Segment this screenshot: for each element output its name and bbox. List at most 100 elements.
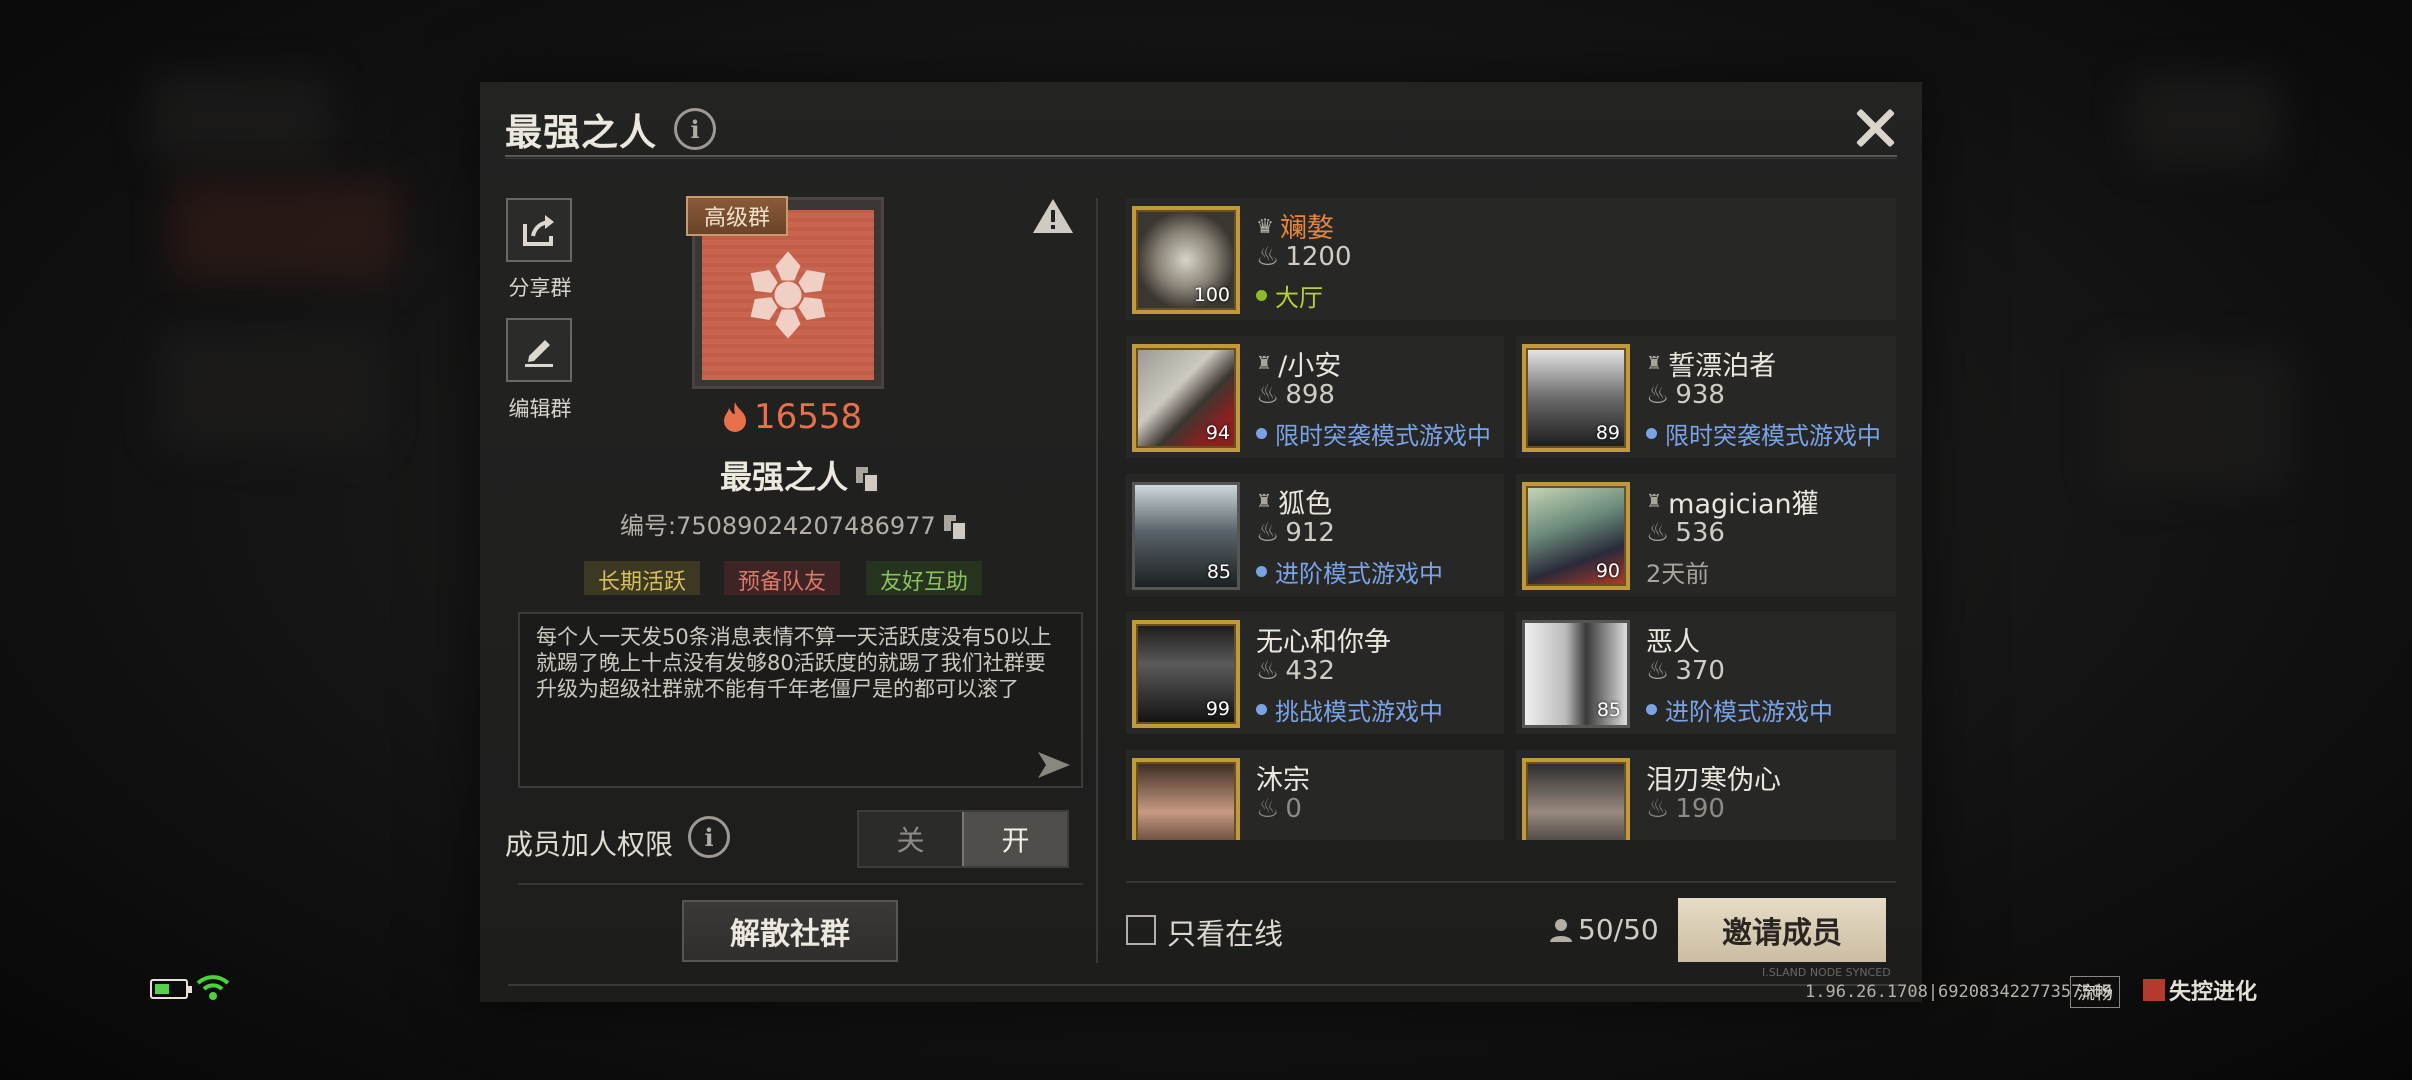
permission-toggle[interactable]: 关 开: [857, 810, 1069, 868]
pencil-icon: [525, 340, 553, 367]
snowflake-icon: [750, 251, 826, 339]
member-name-text: 誓漂泊者: [1668, 351, 1777, 382]
member-status-text: 大厅: [1275, 284, 1323, 312]
rank-icon: ♜: [1256, 491, 1273, 512]
battery-icon: [150, 979, 192, 999]
online-only-label[interactable]: 只看在线: [1167, 911, 1283, 953]
crown-icon: ♛: [1256, 213, 1274, 238]
member-status: 挑战模式游戏中: [1256, 692, 1443, 727]
close-icon[interactable]: [1853, 106, 1897, 150]
share-label: 分享群: [508, 276, 572, 300]
report-warning-icon[interactable]: [1031, 197, 1075, 239]
title-divider: [505, 155, 1897, 159]
member-status: 2天前: [1646, 554, 1709, 589]
share-button[interactable]: [506, 198, 572, 262]
member-count: 50/50: [1550, 913, 1659, 946]
edit-label: 编辑群: [508, 397, 572, 421]
member-name-text: /小安: [1278, 351, 1342, 382]
group-name: 最强之人: [720, 452, 880, 498]
member-avatar: 99: [1132, 620, 1240, 728]
member-status-text: 进阶模式游戏中: [1665, 698, 1833, 726]
flame-icon: ♨: [1256, 794, 1280, 824]
title-info-icon[interactable]: i: [674, 108, 716, 150]
left-divider: [518, 883, 1083, 885]
member-count-text: 50/50: [1578, 913, 1659, 946]
member-level: 89: [1595, 422, 1620, 444]
member-status-text: 2天前: [1646, 560, 1710, 588]
flame-icon: ♨: [1256, 656, 1280, 686]
rank-icon: ♜: [1646, 491, 1663, 512]
game-logo: 失控进化: [2143, 974, 2257, 1006]
member-name: 无心和你争: [1256, 620, 1391, 659]
member-name: 恶人: [1646, 620, 1700, 659]
member-card[interactable]: 89 ♜ 誓漂泊者 ♨ 938 限时突袭模式游戏中: [1516, 336, 1896, 458]
member-name: ♜ magician獾: [1646, 482, 1819, 521]
group-score-value: 16558: [754, 397, 863, 437]
edit-button[interactable]: [506, 318, 572, 382]
member-avatar: 89: [1522, 344, 1630, 452]
member-status-text: 限时突袭模式游戏中: [1665, 422, 1881, 450]
toggle-on[interactable]: 开: [962, 812, 1067, 866]
version-text: 1.96.26.1708|69208342277357569: [1805, 982, 2113, 1002]
sync-label: I.SLAND NODE SYNCED: [1762, 966, 1891, 979]
member-card[interactable]: 94 ♜/小安 ♨ 898 限时突袭模式游戏中: [1126, 336, 1504, 458]
member-avatar: [1522, 758, 1630, 840]
member-name: ♜ 狐色: [1256, 482, 1332, 521]
logo-text: 失控进化: [2169, 980, 2258, 1005]
member-status: 进阶模式游戏中: [1646, 692, 1833, 727]
member-level: 85: [1596, 699, 1621, 721]
member-score: ♨ 536: [1646, 518, 1725, 548]
member-name-text: magician獾: [1668, 489, 1819, 520]
member-avatar: [1132, 758, 1240, 840]
copy-id-icon[interactable]: [943, 515, 967, 541]
member-card[interactable]: 85 ♜ 狐色 ♨ 912 进阶模式游戏中: [1126, 474, 1504, 596]
group-name-text: 最强之人: [720, 458, 849, 496]
copy-name-icon[interactable]: [856, 467, 880, 493]
member-score: ♨ 898: [1256, 380, 1335, 410]
flame-icon: ♨: [1256, 242, 1280, 272]
dialog-title: 最强之人: [505, 111, 657, 154]
member-name: ♜ 誓漂泊者: [1646, 344, 1776, 383]
member-score-text: 536: [1675, 518, 1725, 548]
member-score: ♨ 432: [1256, 656, 1335, 686]
flame-icon: ♨: [1646, 380, 1670, 410]
send-icon[interactable]: [1036, 750, 1072, 784]
right-divider: [1126, 881, 1896, 883]
permission-info-icon[interactable]: i: [688, 816, 730, 858]
member-score: ♨ 912: [1256, 518, 1335, 548]
rank-icon: ♜: [1646, 353, 1663, 374]
member-avatar: 100: [1132, 206, 1240, 314]
member-level: 90: [1595, 560, 1620, 582]
group-level-tag: 高级群: [686, 196, 789, 236]
member-score: ♨ 938: [1646, 380, 1725, 410]
member-score: ♨ 370: [1646, 656, 1725, 686]
member-name-text: 泪刃寒伪心: [1646, 765, 1781, 796]
logo-mark-icon: [2143, 979, 2165, 1001]
online-only-checkbox[interactable]: [1126, 915, 1156, 945]
member-level: 94: [1205, 422, 1230, 444]
member-score-text: 0: [1285, 794, 1302, 824]
member-card[interactable]: 泪刃寒伪心 ♨ 190: [1516, 750, 1896, 840]
member-card[interactable]: 85 恶人 ♨ 370 进阶模式游戏中: [1516, 612, 1896, 734]
member-name: 沐宗: [1256, 758, 1310, 797]
member-level: 99: [1205, 698, 1230, 720]
dissolve-button[interactable]: 解散社群: [682, 900, 898, 962]
member-score-text: 432: [1285, 656, 1335, 686]
group-description[interactable]: 每个人一天发50条消息表情不算一天活跃度没有50以上就踢了晚上十点没有发够80活…: [518, 612, 1083, 788]
invite-members-button[interactable]: 邀请成员: [1678, 898, 1886, 962]
member-status: 限时突袭模式游戏中: [1646, 416, 1881, 451]
member-score: ♨ 0: [1256, 794, 1302, 824]
member-status-text: 挑战模式游戏中: [1275, 698, 1443, 726]
member-score-text: 912: [1285, 518, 1335, 548]
member-card[interactable]: 90 ♜ magician獾 ♨ 536 2天前: [1516, 474, 1896, 596]
member-card-leader[interactable]: 100 ♛ 斓嫯 ♨ 1200 大厅: [1126, 198, 1896, 320]
share-icon: [523, 215, 554, 246]
flame-icon: ♨: [1256, 380, 1280, 410]
member-card[interactable]: 沐宗 ♨ 0: [1126, 750, 1504, 840]
member-name-text: 无心和你争: [1256, 627, 1391, 658]
bottom-timeline: [508, 984, 1898, 986]
flame-icon: ♨: [1646, 656, 1670, 686]
flame-icon: ♨: [1256, 518, 1280, 548]
member-card[interactable]: 99 无心和你争 ♨ 432 挑战模式游戏中: [1126, 612, 1504, 734]
toggle-off[interactable]: 关: [859, 812, 962, 866]
